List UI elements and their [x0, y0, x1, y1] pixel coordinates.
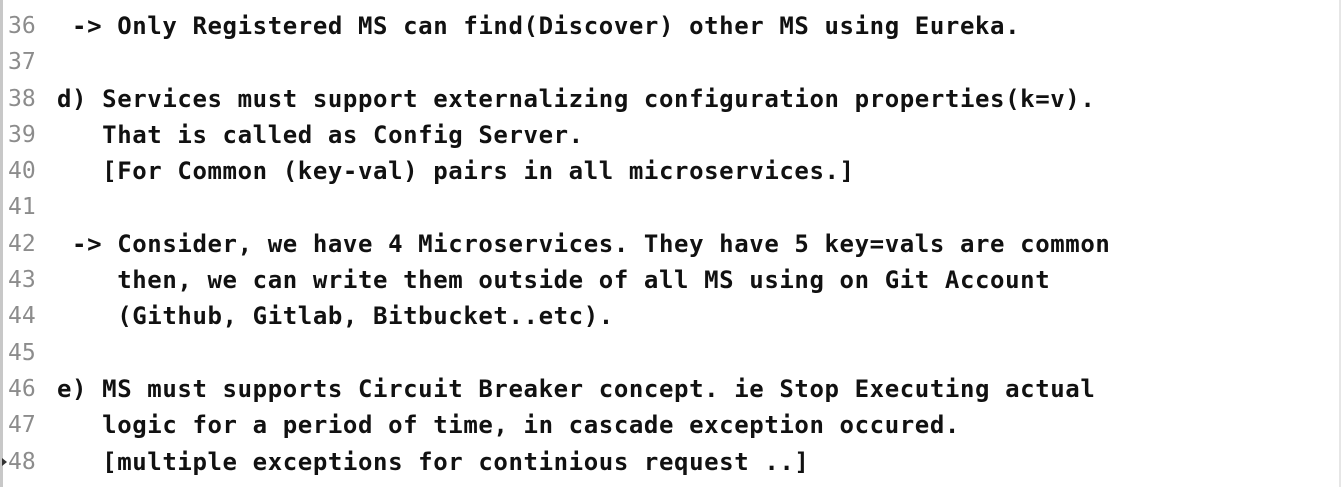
line-number: 41 [8, 194, 36, 221]
current-line-marker-icon [2, 457, 7, 466]
editor-line[interactable]: 45 [0, 335, 1341, 371]
line-number: 47 [8, 412, 36, 439]
editor-line[interactable]: 41 [0, 189, 1341, 225]
editor-line[interactable]: 42 -> Consider, we have 4 Microservices.… [0, 226, 1341, 262]
line-number: 44 [8, 303, 36, 330]
editor-line[interactable]: 40 [For Common (key-val) pairs in all mi… [0, 153, 1341, 189]
line-number: 42 [8, 230, 36, 257]
editor-line[interactable]: 47 logic for a period of time, in cascad… [0, 407, 1341, 443]
line-text[interactable]: logic for a period of time, in cascade e… [57, 407, 960, 443]
line-text[interactable]: then, we can write them outside of all M… [57, 262, 1050, 298]
editor-line[interactable]: 37 [0, 44, 1341, 80]
line-number: 40 [8, 158, 36, 185]
line-number: 45 [8, 339, 36, 366]
line-text[interactable]: d) Services must support externalizing c… [57, 81, 1095, 117]
line-number: 46 [8, 375, 36, 402]
line-text[interactable]: -> Only Registered MS can find(Discover)… [57, 8, 1020, 44]
line-number: 39 [8, 121, 36, 148]
editor-line[interactable]: 43 then, we can write them outside of al… [0, 262, 1341, 298]
line-number: 48 [8, 448, 36, 475]
line-text[interactable]: -> Consider, we have 4 Microservices. Th… [57, 226, 1110, 262]
editor-line[interactable]: 36 -> Only Registered MS can find(Discov… [0, 8, 1341, 44]
line-text[interactable]: That is called as Config Server. [57, 117, 584, 153]
line-text[interactable]: (Github, Gitlab, Bitbucket..etc). [57, 298, 614, 334]
editor-line[interactable]: 38 d) Services must support externalizin… [0, 81, 1341, 117]
editor-line[interactable]: 39 That is called as Config Server. [0, 117, 1341, 153]
editor-lines[interactable]: 36 -> Only Registered MS can find(Discov… [0, 8, 1341, 480]
editor-line[interactable]: 44 (Github, Gitlab, Bitbucket..etc). [0, 298, 1341, 334]
line-number: 38 [8, 85, 36, 112]
line-text[interactable]: [multiple exceptions for continious requ… [57, 444, 809, 480]
editor-line[interactable]: 48 [multiple exceptions for continious r… [0, 444, 1341, 480]
line-number: 37 [8, 49, 36, 76]
line-number: 43 [8, 267, 36, 294]
line-text[interactable]: e) MS must supports Circuit Breaker conc… [57, 371, 1095, 407]
line-number: 36 [8, 13, 36, 39]
line-text[interactable]: [For Common (key-val) pairs in all micro… [57, 153, 855, 189]
editor-line[interactable]: 46 e) MS must supports Circuit Breaker c… [0, 371, 1341, 407]
text-editor[interactable]: 36 -> Only Registered MS can find(Discov… [0, 0, 1341, 487]
